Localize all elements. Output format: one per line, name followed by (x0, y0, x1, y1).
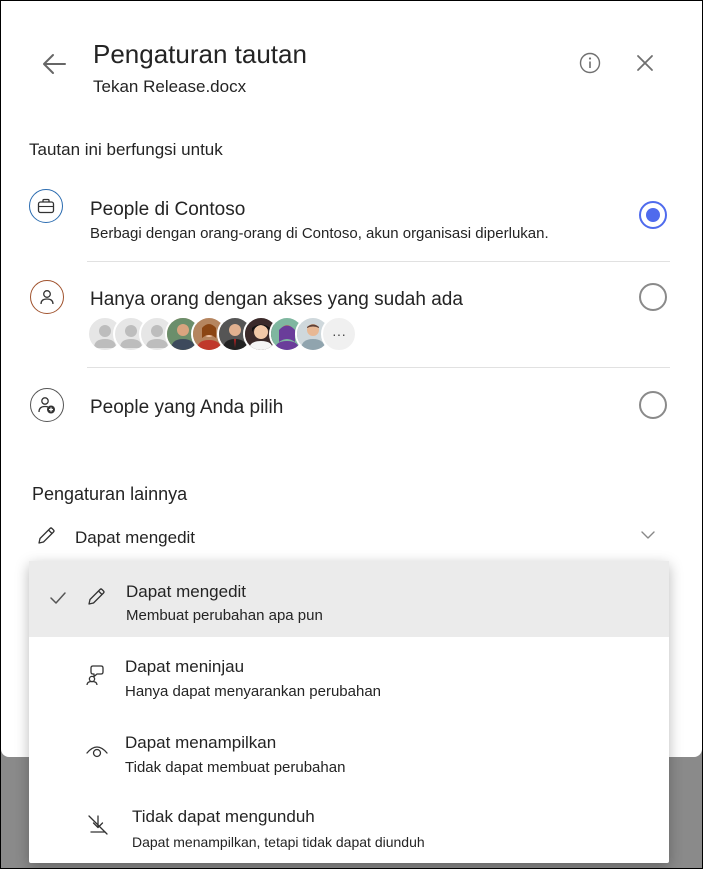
option-title: People yang Anda pilih (90, 397, 284, 418)
radio-unselected[interactable] (639, 283, 667, 311)
menu-item-cannot-download[interactable]: Tidak dapat mengunduh Dapat menampilkan,… (29, 789, 669, 863)
menu-item-title: Tidak dapat mengunduh (132, 807, 315, 826)
divider (87, 261, 670, 262)
permission-menu: Dapat mengedit Membuat perubahan apa pun… (29, 561, 669, 863)
eye-icon (86, 746, 108, 758)
avatar-stack: ··· (87, 316, 357, 352)
option-people-in-org[interactable]: People di Contoso Berbagi dengan orang-o… (1, 179, 702, 261)
close-button[interactable] (632, 50, 658, 76)
menu-item-can-edit[interactable]: Dapat mengedit Membuat perubahan apa pun (29, 561, 669, 637)
info-icon (579, 52, 601, 74)
review-icon (86, 665, 104, 686)
menu-item-description: Tidak dapat membuat perubahan (125, 759, 346, 776)
menu-item-title: Dapat meninjau (125, 657, 245, 676)
back-button[interactable] (37, 47, 71, 81)
option-title: Hanya orang dengan akses yang sudah ada (90, 289, 463, 310)
person-add-icon (30, 388, 64, 422)
other-settings-heading: Pengaturan lainnya (32, 484, 188, 504)
menu-item-can-review[interactable]: Dapat meninjau Hanya dapat menyarankan p… (29, 637, 669, 713)
radio-selected[interactable] (639, 201, 667, 229)
info-button[interactable] (577, 50, 603, 76)
menu-item-can-view[interactable]: Dapat menampilkan Tidak dapat membuat pe… (29, 713, 669, 789)
menu-item-description: Membuat perubahan apa pun (126, 607, 323, 624)
pencil-icon (88, 588, 105, 605)
permission-dropdown[interactable]: Dapat mengedit (29, 519, 670, 555)
close-icon (637, 55, 653, 71)
file-name: Tekan Release.docx (93, 77, 247, 96)
option-description: Berbagi dengan orang-orang di Contoso, a… (90, 225, 549, 242)
checkmark-icon (50, 592, 66, 604)
briefcase-icon (29, 189, 63, 223)
more-avatars-button[interactable]: ··· (321, 316, 357, 352)
pencil-icon (38, 527, 55, 544)
arrow-left-icon (43, 54, 66, 74)
menu-item-title: Dapat mengedit (126, 582, 247, 601)
menu-item-title: Dapat menampilkan (125, 733, 277, 752)
option-title: People di Contoso (90, 199, 246, 220)
person-icon (30, 280, 64, 314)
option-specific-people[interactable]: People yang Anda pilih (1, 369, 702, 445)
permission-value: Dapat mengedit (75, 528, 196, 547)
radio-unselected[interactable] (639, 391, 667, 419)
menu-item-description: Hanya dapat menyarankan perubahan (125, 683, 382, 700)
page-title: Pengaturan tautan (93, 39, 307, 69)
no-download-icon (88, 815, 108, 835)
chevron-down-icon (641, 531, 655, 539)
scope-heading: Tautan ini berfungsi untuk (29, 140, 223, 159)
menu-item-description: Dapat menampilkan, tetapi tidak dapat di… (132, 834, 425, 850)
divider (87, 367, 670, 368)
